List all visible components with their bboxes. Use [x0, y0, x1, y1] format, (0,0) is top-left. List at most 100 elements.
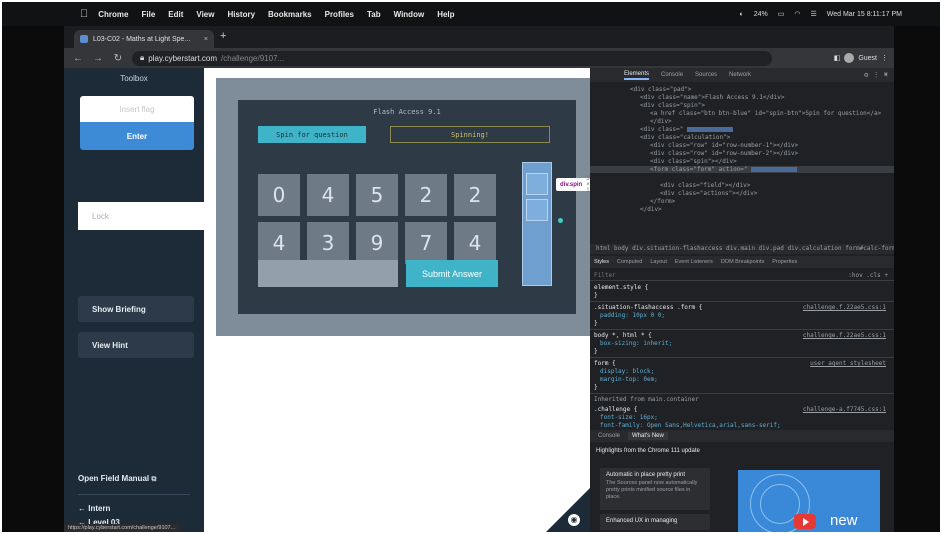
css-selector: form { [594, 360, 616, 367]
dom-node[interactable]: <div class="row" id="row-number-1"></div… [590, 142, 894, 149]
battery-percent[interactable]: 24% [754, 11, 768, 18]
new-tab-icon[interactable]: + [220, 30, 226, 42]
css-property[interactable]: font-family: Open Sans,Helvetica,arial,s… [594, 422, 781, 429]
dom-node[interactable]: <div class="spin"></div> [590, 158, 894, 165]
drawer-tab-whats-new[interactable]: What's New [628, 432, 668, 440]
dom-node[interactable]: <div class="spin"> [590, 102, 894, 109]
divider [590, 357, 894, 358]
tab-elements[interactable]: Elements [624, 71, 650, 80]
tab-styles[interactable]: Styles [594, 259, 609, 265]
whats-new-card[interactable]: Enhanced UX in managing [600, 514, 710, 530]
digit-cell: 5 [356, 174, 398, 216]
css-property: display: block; [600, 368, 655, 375]
css-property[interactable]: box-sizing: inherit; [594, 340, 672, 347]
dom-node[interactable]: <a href class="btn btn-blue" id="spin-bt… [590, 110, 894, 117]
dom-node[interactable]: <div class="calculation"> [590, 134, 894, 141]
menu-edit[interactable]: Edit [168, 10, 183, 19]
menu-help[interactable]: Help [437, 10, 454, 19]
breadcrumb-intern[interactable]: ← Intern [78, 504, 110, 513]
sidebar-toggle-icon[interactable]: ◧ [834, 54, 841, 62]
url-path: /challenge/9107... [221, 53, 285, 63]
menu-window[interactable]: Window [394, 10, 425, 19]
menu-bookmarks[interactable]: Bookmarks [268, 10, 312, 19]
menu-profiles[interactable]: Profiles [325, 10, 354, 19]
flag-input[interactable]: Insert flag [80, 96, 194, 122]
menu-clock[interactable]: Wed Mar 15 8:11:17 PM [827, 11, 902, 18]
close-tab-icon[interactable]: × [204, 36, 208, 43]
play-icon[interactable] [794, 514, 816, 529]
css-selector: } [594, 292, 598, 299]
filter-tools[interactable]: :hov .cls + [848, 270, 888, 281]
css-rule-line: margin-top: 0em; [594, 376, 890, 383]
reload-icon[interactable]: ↻ [112, 53, 124, 64]
tab-computed[interactable]: Computed [617, 259, 642, 265]
kebab-menu-icon[interactable]: ⋮ [881, 54, 888, 62]
css-source-link[interactable]: challenge.f.22ae5.css:1 [803, 304, 886, 311]
menu-tab[interactable]: Tab [367, 10, 381, 19]
tab-sources[interactable]: Sources [695, 72, 717, 78]
profile-button[interactable]: ◧ Guest ⋮ [834, 53, 888, 63]
whats-new-card[interactable]: Automatic in place pretty print The Sour… [600, 468, 710, 510]
field-manual-link[interactable]: Open Field Manual ⧉ [78, 474, 156, 484]
menu-app-name[interactable]: Chrome [98, 10, 128, 19]
dom-node[interactable]: </form> [590, 198, 894, 205]
control-center-icon[interactable]: ☰ [810, 10, 816, 18]
dom-breadcrumbs[interactable]: html body div.situation-flashaccess div.… [590, 244, 894, 254]
desktop-background [894, 26, 940, 532]
dom-node[interactable]: <div class="row" id="row-number-2"></div… [590, 150, 894, 157]
lock-field[interactable]: Lock [78, 202, 206, 230]
css-source-link[interactable]: challenge-a.f7745.css:1 [803, 406, 886, 413]
menu-file[interactable]: File [141, 10, 155, 19]
dom-node[interactable]: <div class=" [590, 126, 894, 133]
menu-history[interactable]: History [227, 10, 255, 19]
avatar [844, 53, 855, 63]
dom-node[interactable]: <div class="field"></div> [590, 182, 894, 189]
browser-tab[interactable]: L03-C02 - Maths at Light Spe... × [74, 30, 214, 48]
toolbox-title: Toolbox [120, 74, 148, 83]
filter-input[interactable]: Filter [594, 272, 616, 279]
whats-new-video[interactable]: new [738, 470, 880, 532]
dom-node[interactable]: <div class="name">Flash Access 9.1</div> [590, 94, 894, 101]
enter-button[interactable]: Enter [80, 122, 194, 150]
submit-answer-button[interactable]: Submit Answer [406, 260, 498, 287]
forward-icon[interactable]: → [92, 53, 104, 64]
dom-tree: <div class="pad"> <div class="name">Flas… [590, 84, 894, 242]
tab-properties[interactable]: Properties [772, 259, 797, 265]
spin-cell [526, 173, 548, 195]
css-selector: } [594, 348, 598, 355]
dom-node-selected[interactable]: <form class="form" action=" [590, 166, 894, 173]
apple-icon[interactable]:  [80, 8, 88, 20]
dom-node[interactable]: </div> [590, 118, 894, 125]
spin-for-question-button[interactable]: Spin for question [258, 126, 366, 143]
show-briefing-button[interactable]: Show Briefing [78, 296, 194, 322]
tab-layout[interactable]: Layout [650, 259, 667, 265]
address-bar[interactable]: 🔒︎ play.cyberstart.com/challenge/9107... [132, 50, 772, 66]
tab-event-listeners[interactable]: Event Listeners [675, 259, 713, 265]
close-drawer-icon[interactable]: × [884, 70, 888, 78]
panel-title: Flash Access 9.1 [373, 108, 441, 116]
css-property[interactable]: font-size: 16px; [594, 414, 658, 421]
back-icon[interactable]: ← [72, 53, 84, 64]
menu-view[interactable]: View [196, 10, 214, 19]
answer-input[interactable] [258, 260, 398, 287]
wifi-icon[interactable]: ◠ [794, 10, 800, 18]
drawer-tab-console[interactable]: Console [598, 433, 620, 439]
dom-node[interactable]: <div class="actions"></div> [590, 190, 894, 197]
tab-dom-breakpoints[interactable]: DOM Breakpoints [721, 259, 764, 265]
css-property[interactable]: padding: 10px 0 0; [594, 312, 665, 319]
css-rule-line: } [594, 348, 890, 355]
dom-node[interactable]: <div class="pad"> [590, 86, 894, 93]
tab-console[interactable]: Console [661, 72, 683, 78]
help-icon[interactable]: ◉ [568, 514, 580, 526]
css-selector: element.style { [594, 284, 649, 291]
styles-filter[interactable]: Filter :hov .cls + [590, 270, 894, 281]
css-rule-line: } [594, 320, 890, 327]
css-source-link[interactable]: challenge.f.22ae5.css:1 [803, 332, 886, 339]
tab-network[interactable]: Network [729, 72, 751, 78]
whats-new-heading: Highlights from the Chrome 111 update [596, 448, 700, 454]
view-hint-button[interactable]: View Hint [78, 332, 194, 358]
css-selector: } [594, 384, 598, 391]
screen-frame:  Chrome File Edit View History Bookmark… [2, 2, 940, 532]
status-icon[interactable]: ◐ [740, 11, 744, 18]
dom-node[interactable]: </div> [590, 206, 894, 213]
